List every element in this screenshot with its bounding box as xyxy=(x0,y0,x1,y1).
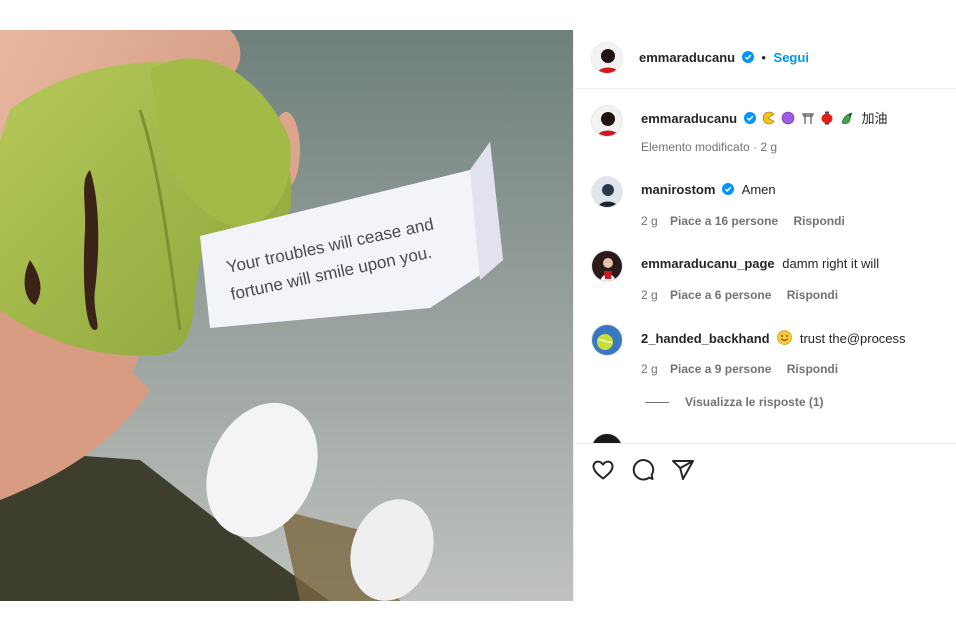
comment-avatar[interactable] xyxy=(591,324,623,356)
comment-time: 2 g xyxy=(641,362,658,376)
comment-avatar-image xyxy=(592,177,622,207)
header-author-line: emmaraducanu • Segui xyxy=(639,50,809,65)
verified-badge-icon xyxy=(741,51,754,63)
share-icon[interactable] xyxy=(671,458,695,482)
red-lantern-icon xyxy=(821,111,833,125)
comment-username[interactable]: 2_handed_backhand xyxy=(641,331,770,346)
header-username[interactable]: emmaraducanu xyxy=(639,50,735,65)
comment-time: 2 g xyxy=(641,214,658,228)
comment-text-line: 2_handed_backhand trust the@process xyxy=(641,330,906,347)
smiling-face-icon xyxy=(777,330,793,345)
comment-avatar-image xyxy=(592,251,622,281)
comment-avatar-image xyxy=(592,325,622,355)
comment-likes[interactable]: Piace a 6 persone xyxy=(670,288,771,302)
post-photo[interactable]: Your troubles will cease and fortune wil… xyxy=(0,30,573,601)
caption-text-line: emmaraducanu 加油 xyxy=(641,111,887,127)
post-header: emmaraducanu • Segui xyxy=(574,30,956,89)
comment-avatar[interactable] xyxy=(591,433,623,443)
comment-meta: 2 g Piace a 9 persone Rispondi xyxy=(641,362,850,376)
author-avatar[interactable] xyxy=(591,42,623,74)
torii-gate-icon xyxy=(801,113,814,124)
verified-badge-icon xyxy=(722,183,735,195)
comments-list[interactable]: emmaraducanu 加油 Elemento modificato · 2 … xyxy=(574,89,956,443)
reply-button[interactable]: Rispondi xyxy=(787,288,838,302)
comment-username[interactable]: emmaraducanu_page xyxy=(641,256,775,271)
post-photo-illustration: Your troubles will cease and fortune wil… xyxy=(0,30,573,601)
comment-username[interactable]: manirostom xyxy=(641,182,715,197)
purple-circle-icon xyxy=(781,111,795,125)
comment-text-line: manirostom Amen xyxy=(641,182,776,198)
pacman-icon xyxy=(763,111,775,125)
comment-text-line: emmaraducanu_page damm right it will xyxy=(641,256,879,272)
comment-meta: 2 g Piace a 16 persone Rispondi xyxy=(641,214,857,228)
comment-icon[interactable] xyxy=(631,458,655,482)
comment-time: 2 g xyxy=(641,288,658,302)
caption-avatar[interactable] xyxy=(591,105,623,137)
comment-avatar[interactable] xyxy=(591,176,623,208)
follow-button[interactable]: Segui xyxy=(774,50,809,65)
view-replies-line xyxy=(645,402,669,404)
author-avatar-image xyxy=(592,43,622,73)
comment-likes[interactable]: Piace a 16 persone xyxy=(670,214,778,228)
reply-button[interactable]: Rispondi xyxy=(793,214,844,228)
heart-icon[interactable] xyxy=(591,458,615,482)
view-replies-label: Visualizza le risposte (1) xyxy=(685,395,824,409)
comment-body: trust the@process xyxy=(799,331,906,346)
caption-username[interactable]: emmaraducanu xyxy=(641,111,737,126)
view-replies-button[interactable]: Visualizza le risposte (1) xyxy=(645,395,824,409)
comment-avatar[interactable] xyxy=(591,250,623,282)
verified-badge-icon xyxy=(743,112,756,124)
comment-body: damm right it will xyxy=(782,256,880,271)
dragon-icon xyxy=(841,112,853,124)
caption-body: 加油 xyxy=(861,111,888,126)
post-side-panel: emmaraducanu • Segui emmaraducanu 加油 Ele… xyxy=(573,30,956,601)
comment-meta: 2 g Piace a 6 persone Rispondi xyxy=(641,288,850,302)
comment-body: Amen xyxy=(741,182,776,197)
caption-meta: Elemento modificato · 2 g xyxy=(641,140,786,154)
reply-button[interactable]: Rispondi xyxy=(787,362,838,376)
caption-avatar-image xyxy=(592,106,622,136)
action-bar xyxy=(574,443,956,494)
caption-edited: Elemento modificato · 2 g xyxy=(641,140,778,154)
header-dot: • xyxy=(761,50,766,65)
comment-likes[interactable]: Piace a 9 persone xyxy=(670,362,771,376)
